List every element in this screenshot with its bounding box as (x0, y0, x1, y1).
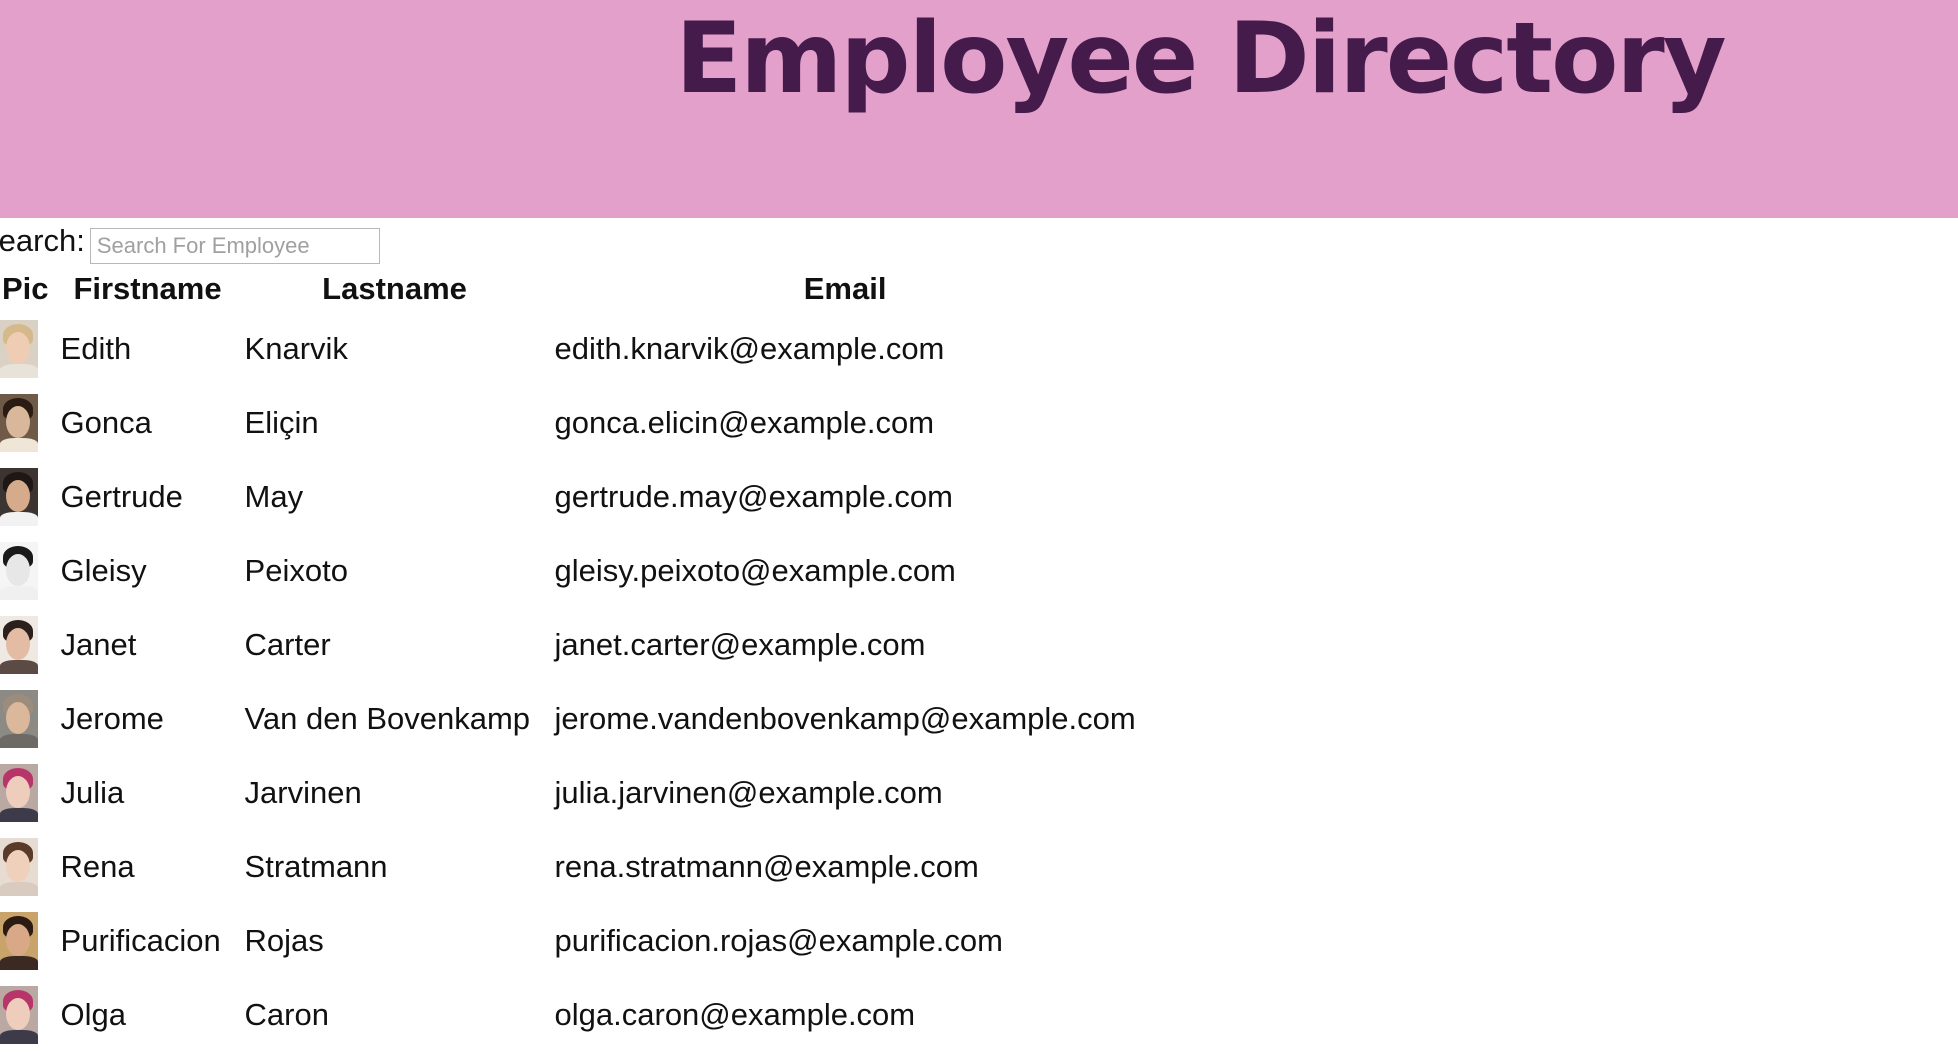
avatar-face (6, 628, 30, 660)
employee-avatar (0, 468, 38, 526)
employee-avatar (0, 542, 38, 600)
table-row: Gleisy Peixoto gleisy.peixoto@example.com (0, 534, 1138, 608)
table-row: Gonca Eliçin gonca.elicin@example.com (0, 386, 1138, 460)
employee-email: edith.knarvik@example.com (554, 331, 945, 366)
employee-pic-cell (0, 682, 53, 756)
employee-pic-cell (0, 460, 53, 534)
avatar-body (0, 364, 38, 378)
employee-pic-cell (0, 904, 53, 978)
column-header-lastname[interactable]: Lastname (243, 266, 547, 312)
avatar-face (6, 702, 30, 734)
employee-email: gertrude.may@example.com (554, 479, 953, 514)
employee-firstname: Julia (60, 775, 125, 810)
employee-pic-cell (0, 312, 53, 386)
search-bar: Search: (0, 218, 380, 264)
employee-avatar (0, 912, 38, 970)
table-row: Edith Knarvik edith.knarvik@example.com (0, 312, 1138, 386)
employee-pic-cell (0, 978, 53, 1052)
employee-avatar (0, 838, 38, 896)
employee-email: janet.carter@example.com (554, 627, 926, 662)
page-title: Employee Directory (675, 2, 1726, 116)
avatar-body (0, 586, 38, 600)
employee-avatar (0, 690, 38, 748)
table-row: Janet Carter janet.carter@example.com (0, 608, 1138, 682)
table-row: Rena Stratmann rena.stratmann@example.com (0, 830, 1138, 904)
employee-email: gonca.elicin@example.com (554, 405, 935, 440)
avatar-body (0, 956, 38, 970)
avatar-face (6, 924, 30, 956)
employee-firstname: Janet (60, 627, 137, 662)
avatar-face (6, 406, 30, 438)
avatar-body (0, 512, 38, 526)
table-row: Jerome Van den Bovenkamp jerome.vandenbove… (0, 682, 1138, 756)
employee-avatar (0, 986, 38, 1044)
employee-firstname: Purificacion (60, 923, 221, 958)
avatar-body (0, 438, 38, 452)
employee-table: Pic Firstname Lastname Email Edith Knarvi… (0, 266, 1144, 1052)
avatar-face (6, 554, 30, 586)
table-row: Purificacion Rojas purificacion.rojas@exam… (0, 904, 1138, 978)
table-header-row: Pic Firstname Lastname Email (0, 266, 1138, 312)
employee-firstname: Gleisy (60, 553, 147, 588)
search-label: Search: (0, 223, 85, 258)
avatar-body (0, 734, 38, 748)
avatar-body (0, 808, 38, 822)
employee-lastname: Eliçin (244, 405, 319, 440)
employee-lastname: Peixoto (244, 553, 348, 588)
employee-pic-cell (0, 534, 53, 608)
employee-firstname: Jerome (60, 701, 164, 736)
column-header-firstname[interactable]: Firstname (59, 266, 237, 312)
table-row: Olga Caron olga.caron@example.com (0, 978, 1138, 1052)
avatar-body (0, 882, 38, 896)
employee-email: gleisy.peixoto@example.com (554, 553, 956, 588)
avatar-face (6, 776, 30, 808)
page-header: Employee Directory (0, 0, 1958, 218)
employee-avatar (0, 764, 38, 822)
employee-lastname: Knarvik (244, 331, 348, 366)
avatar-face (6, 480, 30, 512)
employee-email: jerome.vandenbovenkamp@example.com (554, 701, 1136, 736)
employee-pic-cell (0, 608, 53, 682)
avatar-face (6, 850, 30, 882)
avatar-face (6, 332, 30, 364)
employee-lastname: Caron (244, 997, 329, 1032)
column-header-pic[interactable]: Pic (0, 266, 53, 312)
employee-avatar (0, 320, 38, 378)
employee-email: purificacion.rojas@example.com (554, 923, 1003, 958)
employee-avatar (0, 616, 38, 674)
table-row: Gertrude May gertrude.may@example.com (0, 460, 1138, 534)
avatar-body (0, 660, 38, 674)
employee-firstname: Rena (60, 849, 135, 884)
employee-email: olga.caron@example.com (554, 997, 916, 1032)
employee-lastname: Van den Bovenkamp (244, 701, 531, 736)
avatar-face (6, 998, 30, 1030)
employee-lastname: Jarvinen (244, 775, 362, 810)
employee-pic-cell (0, 756, 53, 830)
employee-email: julia.jarvinen@example.com (554, 775, 943, 810)
employee-lastname: Carter (244, 627, 331, 662)
employee-pic-cell (0, 830, 53, 904)
employee-firstname: Gonca (60, 405, 152, 440)
employee-lastname: May (244, 479, 304, 514)
employee-firstname: Gertrude (60, 479, 183, 514)
avatar-body (0, 1030, 38, 1044)
employee-firstname: Olga (60, 997, 127, 1032)
search-input[interactable] (89, 228, 380, 264)
employee-avatar (0, 394, 38, 452)
column-header-email[interactable]: Email (553, 266, 1138, 312)
employee-email: rena.stratmann@example.com (554, 849, 979, 884)
employee-pic-cell (0, 386, 53, 460)
employee-lastname: Stratmann (244, 849, 388, 884)
employee-firstname: Edith (60, 331, 132, 366)
table-row: Julia Jarvinen julia.jarvinen@example.com (0, 756, 1138, 830)
employee-lastname: Rojas (244, 923, 324, 958)
